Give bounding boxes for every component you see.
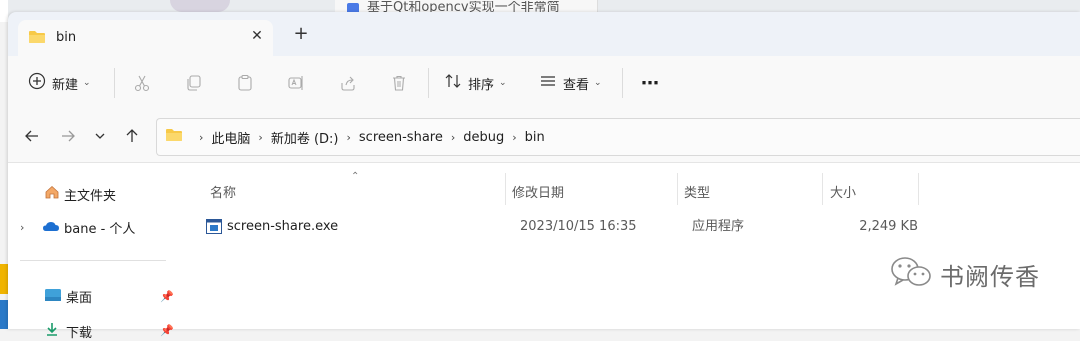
tab-bar: bin ✕ + [8, 12, 1080, 56]
breadcrumb-debug[interactable]: debug [463, 130, 504, 145]
close-icon[interactable]: ✕ [248, 27, 266, 45]
back-icon[interactable] [22, 126, 42, 146]
navigation-pane: 主文件夹 › bane - 个人 桌面 📌 下载 📌 [8, 163, 176, 341]
chevron-right-icon[interactable]: › [451, 131, 455, 144]
chevron-down-icon: ⌄ [594, 78, 602, 88]
chevron-right-icon[interactable]: › [258, 131, 262, 144]
column-divider[interactable] [822, 173, 823, 205]
folder-icon [165, 128, 183, 146]
chevron-down-icon: ⌄ [83, 78, 91, 88]
sort-up-icon: ⌃ [351, 171, 360, 182]
content-area: 主文件夹 › bane - 个人 桌面 📌 下载 📌 ⌃ 名称 修改日期 类型 … [8, 163, 1080, 341]
home-icon [44, 184, 60, 204]
column-divider[interactable] [677, 173, 678, 205]
file-size: 2,249 KB [859, 219, 918, 234]
address-bar[interactable]: › 此电脑 › 新加卷 (D:) › screen-share › debug … [156, 118, 1080, 156]
breadcrumb-screen-share[interactable]: screen-share [359, 130, 443, 145]
file-name[interactable]: screen-share.exe [227, 217, 338, 237]
nav-item-home-label: 主文件夹 [64, 188, 117, 204]
column-header-modified[interactable]: 修改日期 [512, 182, 564, 201]
column-divider[interactable] [918, 173, 919, 205]
view-label: 查看 [563, 77, 590, 93]
onedrive-cloud-icon [42, 220, 60, 236]
pin-icon[interactable]: 📌 [160, 324, 174, 337]
nav-item-downloads-label: 下载 [66, 325, 93, 341]
exe-file-icon [206, 219, 222, 241]
command-bar: 新建 ⌄ 排序 ⌄ 查看 ⌄ ⋯ [8, 56, 1080, 110]
background-window-edge [0, 0, 8, 22]
toolbar-divider [622, 68, 623, 98]
background-avatar [170, 0, 230, 12]
breadcrumb-bin[interactable]: bin [525, 130, 545, 145]
column-header-type[interactable]: 类型 [684, 182, 710, 201]
share-icon[interactable] [336, 71, 360, 95]
sort-button[interactable]: 排序 ⌄ [444, 70, 507, 96]
nav-item-desktop[interactable]: 桌面 [44, 287, 92, 306]
file-list: ⌃ 名称 修改日期 类型 大小 screen-share.exe 2023/10… [176, 163, 1080, 329]
up-icon[interactable] [122, 126, 142, 146]
file-type: 应用程序 [692, 219, 745, 234]
chevron-right-icon[interactable]: › [199, 131, 203, 144]
column-header-name[interactable]: 名称 [210, 182, 236, 201]
chevron-down-icon: ⌄ [499, 78, 507, 88]
view-icon [539, 72, 557, 94]
cut-icon[interactable] [130, 71, 154, 95]
more-icon[interactable]: ⋯ [638, 71, 662, 95]
address-row: › 此电脑 › 新加卷 (D:) › screen-share › debug … [8, 110, 1080, 163]
nav-item-downloads[interactable]: 下载 [44, 321, 92, 341]
chevron-right-icon[interactable]: › [347, 131, 351, 144]
breadcrumb-drive-d[interactable]: 新加卷 (D:) [271, 128, 339, 147]
forward-icon[interactable] [58, 126, 78, 146]
breadcrumb-this-pc[interactable]: 此电脑 [211, 128, 250, 147]
background-edge-blue [0, 300, 8, 329]
recent-locations-icon[interactable] [90, 126, 110, 146]
chevron-right-icon[interactable]: › [20, 221, 34, 234]
tab-bin[interactable]: bin ✕ [18, 20, 273, 56]
desktop-icon [44, 288, 62, 306]
new-button[interactable]: 新建 ⌄ [28, 70, 91, 96]
tab-title: bin [56, 30, 77, 45]
breadcrumb: › 此电脑 › 新加卷 (D:) › screen-share › debug … [191, 128, 545, 147]
toolbar-divider [428, 68, 429, 98]
new-tab-button[interactable]: + [291, 25, 311, 43]
file-modified: 2023/10/15 16:35 [520, 219, 637, 234]
paste-icon[interactable] [233, 71, 257, 95]
toolbar-divider [114, 68, 115, 98]
nav-item-desktop-label: 桌面 [66, 291, 93, 306]
nav-item-onedrive[interactable]: › bane - 个人 [20, 218, 135, 237]
copy-icon[interactable] [182, 71, 206, 95]
nav-divider [20, 260, 166, 261]
sort-icon [444, 72, 462, 94]
background-edge-folder [0, 264, 8, 294]
table-row[interactable]: screen-share.exe 2023/10/15 16:35 应用程序 2… [196, 217, 1080, 239]
new-label: 新建 [52, 77, 79, 93]
nav-item-home[interactable]: 主文件夹 [44, 184, 116, 204]
column-header-size[interactable]: 大小 [830, 182, 856, 201]
pin-icon[interactable]: 📌 [160, 290, 174, 303]
wechat-icon [890, 255, 932, 293]
download-icon [44, 321, 60, 341]
view-button[interactable]: 查看 ⌄ [539, 70, 602, 96]
rename-icon[interactable] [284, 71, 308, 95]
nav-item-onedrive-label: bane - 个人 [64, 222, 136, 237]
watermark-text: 书阙传香 [940, 262, 1040, 291]
column-divider[interactable] [505, 173, 506, 205]
watermark: 书阙传香 [890, 255, 1040, 293]
delete-icon[interactable] [387, 71, 411, 95]
chevron-right-icon[interactable]: › [512, 131, 516, 144]
new-icon [28, 72, 46, 94]
sort-label: 排序 [468, 77, 495, 93]
folder-icon [28, 30, 46, 48]
